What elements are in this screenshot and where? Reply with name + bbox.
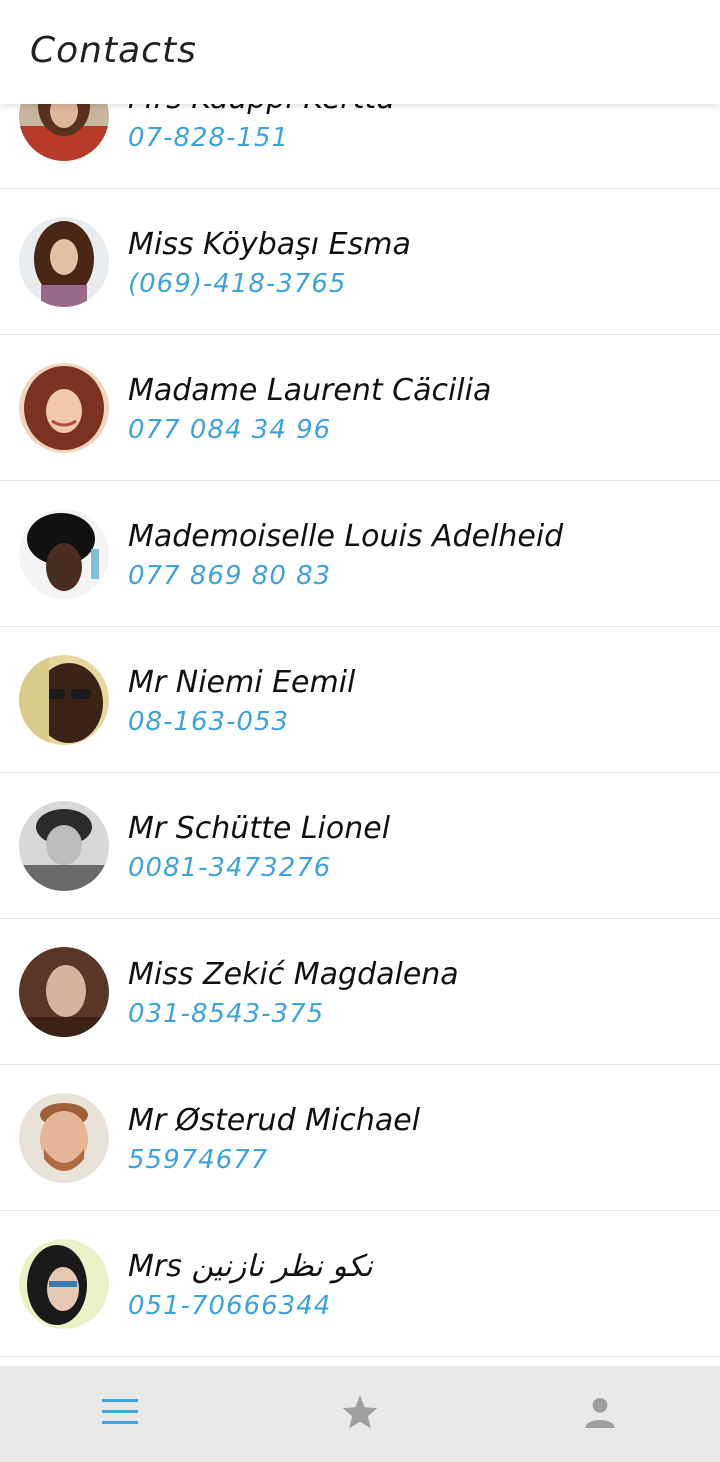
tab-profile[interactable] [480,1366,720,1462]
contact-name: Madame Laurent Cäcilia [128,373,492,408]
contact-row[interactable]: Madame Laurent Cäcilia 077 084 34 96 [0,335,720,481]
contact-name: Mrs نکو نظر نازنین [128,1249,373,1284]
avatar [19,509,109,599]
contact-phone[interactable]: 077 084 34 96 [128,415,331,445]
avatar [19,655,109,745]
contact-name: Miss Köybaşı Esma [128,227,411,262]
page-title: Contacts [30,30,197,71]
contact-phone[interactable]: 031-8543-375 [128,999,324,1029]
contact-row[interactable]: Mrs نکو نظر نازنین 051-70666344 [0,1211,720,1357]
contact-phone[interactable]: 07-828-151 [128,123,289,153]
avatar [19,1239,109,1329]
tab-contacts[interactable] [0,1366,240,1462]
list-icon [102,1399,138,1429]
avatar [19,947,109,1037]
contact-name: Mr Niemi Eemil [128,665,356,700]
contact-row[interactable]: Miss Köybaşı Esma (069)-418-3765 [0,189,720,335]
contact-row[interactable]: Mr Østerud Michael 55974677 [0,1065,720,1211]
contact-phone[interactable]: 077 869 80 83 [128,561,331,591]
star-icon [341,1394,379,1434]
contacts-app: Contacts Mrs Kauppi Kerttu 07-828-151 [0,0,720,1462]
contact-list[interactable]: Mrs Kauppi Kerttu 07-828-151 Miss Köybaş… [0,43,720,1357]
contact-phone[interactable]: 051-70666344 [128,1291,331,1321]
contact-name: Miss Zekić Magdalena [128,957,459,992]
person-icon [584,1396,616,1432]
avatar [19,801,109,891]
bottom-navigation [0,1366,720,1462]
contact-row[interactable]: Mr Schütte Lionel 0081-3473276 [0,773,720,919]
avatar [19,217,109,307]
avatar [19,363,109,453]
contact-row[interactable]: Miss Zekić Magdalena 031-8543-375 [0,919,720,1065]
contact-phone[interactable]: 55974677 [128,1145,268,1175]
contact-row[interactable]: Mademoiselle Louis Adelheid 077 869 80 8… [0,481,720,627]
app-header: Contacts [0,0,720,104]
contact-row[interactable]: Mr Niemi Eemil 08-163-053 [0,627,720,773]
contact-name: Mademoiselle Louis Adelheid [128,519,564,554]
contact-name: Mr Østerud Michael [128,1103,421,1138]
tab-favorites[interactable] [240,1366,480,1462]
avatar [19,1093,109,1183]
contact-phone[interactable]: (069)-418-3765 [128,269,346,299]
contact-name: Mr Schütte Lionel [128,811,391,846]
contact-phone[interactable]: 0081-3473276 [128,853,331,883]
contact-phone[interactable]: 08-163-053 [128,707,289,737]
